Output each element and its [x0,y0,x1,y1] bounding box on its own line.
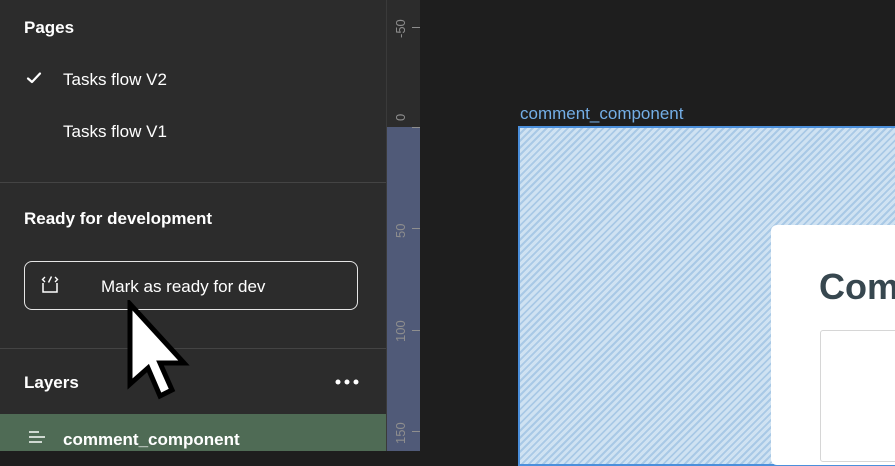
ruler-label: 150 [393,422,408,444]
ruler-tick [412,127,420,128]
page-item-tasks-flow-v2[interactable]: Tasks flow V2 [63,70,167,90]
left-sidebar: Pages Tasks flow V2 Tasks flow V1 Ready … [0,0,386,451]
mark-ready-label: Mark as ready for dev [101,277,266,296]
ruler-label: 50 [393,223,408,238]
mouse-pointer-icon [127,300,190,400]
layer-label: comment_component [63,430,240,449]
ready-section-title: Ready for development [24,209,212,228]
page-item-tasks-flow-v1[interactable]: Tasks flow V1 [63,122,167,142]
frame-label[interactable]: comment_component [520,104,683,124]
ruler-label: 0 [393,113,408,121]
ruler-tick [412,27,420,28]
ruler-tick [412,431,420,432]
section-divider [0,182,386,183]
ruler-tick [412,330,420,331]
auto-layout-icon [29,431,45,443]
ruler-label: -50 [393,19,408,38]
checkmark-icon [26,72,42,84]
ruler-tick [412,228,420,229]
layers-section-title: Layers [24,373,79,392]
comment-input-box[interactable] [820,330,895,462]
more-options-icon[interactable] [334,374,362,390]
pages-section-title: Pages [24,18,75,37]
section-divider [0,348,386,349]
layer-item-comment-component[interactable]: comment_component [0,414,386,451]
dev-mode-icon [41,276,59,293]
ruler-label: 100 [393,320,408,342]
ruler-selection-highlight [387,127,420,451]
card-title: Com [819,266,895,307]
